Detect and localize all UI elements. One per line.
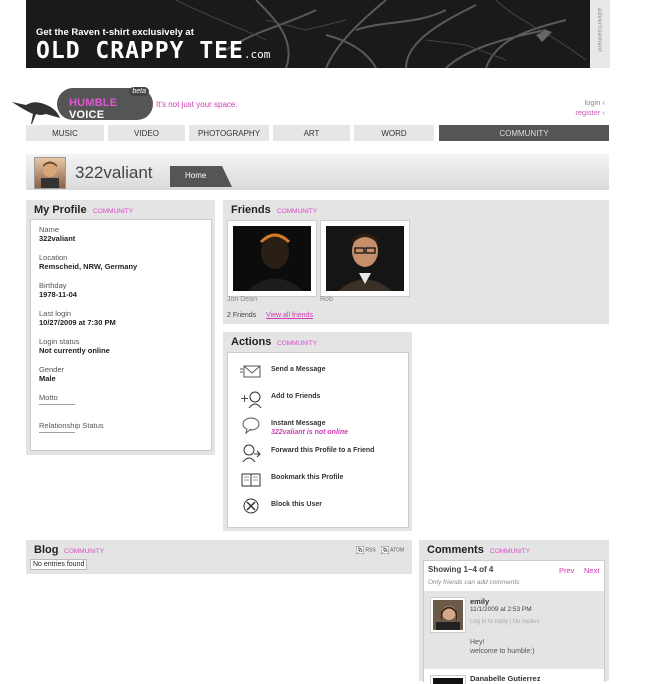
field-label: Gender — [39, 365, 65, 374]
page-title: 322valiant — [75, 163, 153, 182]
friend-photo[interactable] — [227, 220, 317, 297]
comment-avatar[interactable] — [430, 675, 466, 684]
field-label: Name — [39, 225, 60, 234]
book-icon — [241, 473, 261, 487]
community-tag[interactable]: COMMUNITY — [93, 208, 133, 215]
nav-photography[interactable]: PHOTOGRAPHY — [189, 125, 269, 141]
bird-logo-icon — [12, 102, 60, 124]
send-message-action[interactable]: Send a Message — [240, 363, 400, 383]
tagline: It's not just your space. — [156, 100, 238, 109]
nav-community[interactable]: COMMUNITY — [439, 125, 609, 141]
friend-image — [326, 226, 404, 291]
field-value: —————— — [39, 430, 75, 436]
forward-profile-action[interactable]: Forward this Profile to a Friend — [240, 444, 400, 464]
envelope-icon — [240, 365, 261, 378]
comments-list: Showing 1–4 of 4 Prev Next Only friends … — [423, 560, 605, 684]
comment-avatar[interactable] — [430, 597, 466, 633]
add-friend-icon: + — [240, 391, 262, 408]
banner-brand: OLD CRAPPY TEE.com — [36, 38, 271, 64]
field-label: Location — [39, 253, 68, 262]
advertisement-label: advertisement — [590, 0, 610, 68]
my-profile-panel: My Profile COMMUNITY Name 322valiant Loc… — [26, 200, 215, 455]
panel-title: My Profile — [34, 204, 87, 216]
friend-name[interactable]: Jon Dean — [227, 296, 257, 303]
block-icon — [243, 498, 259, 514]
comment-body: welcome to humble:) — [470, 648, 535, 655]
svg-text:+: + — [240, 392, 249, 405]
comments-note: Only friends can add comments — [428, 579, 520, 586]
field-label: Motto — [39, 393, 58, 402]
comment-author[interactable]: emily — [470, 597, 489, 606]
blog-panel: Blog COMMUNITY RSS ATOM No entries found — [26, 540, 412, 574]
nav-art[interactable]: ART — [273, 125, 350, 141]
nav-video[interactable]: VIDEO — [108, 125, 185, 141]
login-link[interactable]: login ‹ — [585, 98, 605, 107]
friends-count: 2 Friends — [227, 312, 257, 319]
atom-link[interactable]: ATOM — [380, 545, 404, 555]
avatar[interactable] — [34, 157, 66, 189]
forward-icon — [242, 444, 261, 462]
blog-empty-message: No entries found — [30, 559, 88, 570]
field-value: 1978-11-04 — [39, 290, 77, 299]
panel-title: Friends — [231, 204, 271, 216]
comment-item: emily 11/1/2009 at 2:53 PM Log in to rep… — [424, 591, 604, 669]
panel-title: Comments — [427, 544, 484, 556]
atom-icon — [380, 545, 390, 555]
panel-title: Actions — [231, 336, 272, 348]
actions-list: Send a Message + Add to Friends Instant … — [227, 352, 409, 528]
field-label: Relationship Status — [39, 421, 104, 430]
field-label: Birthday — [39, 281, 67, 290]
advertisement-banner[interactable]: Get the Raven t-shirt exclusively at OLD… — [26, 0, 610, 68]
comment-author[interactable]: Danabelle Gutierrez — [470, 674, 540, 683]
view-all-friends-link[interactable]: View all friends — [266, 312, 313, 319]
rss-icon — [355, 545, 365, 555]
main-nav: MUSIC VIDEO PHOTOGRAPHY ART WORD COMMUNI… — [26, 125, 609, 141]
community-tag[interactable]: COMMUNITY — [277, 208, 317, 215]
comments-count: Showing 1–4 of 4 — [428, 565, 494, 574]
field-value: Remscheid, NRW, Germany — [39, 262, 138, 271]
friend-name[interactable]: Rob — [320, 296, 333, 303]
community-tag[interactable]: COMMUNITY — [64, 548, 104, 555]
rss-link[interactable]: RSS — [355, 545, 376, 555]
beta-badge: beta — [129, 87, 149, 96]
comment-meta: Log in to reply | No replies — [470, 619, 540, 625]
chat-bubble-icon — [242, 417, 260, 435]
prev-link[interactable]: Prev — [559, 566, 574, 575]
actions-panel: Actions COMMUNITY Send a Message + Add t… — [223, 332, 412, 531]
panel-title: Blog — [34, 544, 59, 556]
comments-panel: Comments COMMUNITY Showing 1–4 of 4 Prev… — [419, 540, 609, 684]
tab-home[interactable]: Home — [170, 166, 232, 187]
friends-panel: Friends COMMUNITY Jon Dean Rob 2 Friends… — [223, 200, 609, 324]
friend-photo[interactable] — [320, 220, 410, 297]
field-value: Not currently online — [39, 346, 110, 355]
field-label: Last login — [39, 309, 72, 318]
add-friend-action[interactable]: + Add to Friends — [240, 390, 400, 410]
field-value: 10/27/2009 at 7:30 PM — [39, 318, 116, 327]
comment-body: Hey! — [470, 639, 485, 646]
field-value: —————— — [39, 402, 75, 408]
humble-voice-logo[interactable]: HUMBLE VOICE beta — [57, 87, 153, 121]
community-tag[interactable]: COMMUNITY — [277, 340, 317, 347]
next-link[interactable]: Next — [584, 566, 599, 575]
field-value: Male — [39, 374, 56, 383]
register-link[interactable]: register ‹ — [575, 108, 605, 117]
banner-line: Get the Raven t-shirt exclusively at — [36, 27, 194, 38]
field-label: Login status — [39, 337, 80, 346]
bookmark-profile-action[interactable]: Bookmark this Profile — [240, 471, 400, 491]
profile-fields: Name 322valiant Location Remscheid, NRW,… — [30, 219, 212, 451]
nav-music[interactable]: MUSIC — [26, 125, 104, 141]
block-user-action[interactable]: Block this User — [240, 498, 400, 518]
community-tag[interactable]: COMMUNITY — [490, 548, 530, 555]
instant-message-action[interactable]: Instant Message 322valiant is not online — [240, 417, 400, 439]
field-value: 322valiant — [39, 234, 76, 243]
nav-word[interactable]: WORD — [354, 125, 434, 141]
comment-date: 11/1/2009 at 2:53 PM — [470, 606, 532, 613]
friend-image — [233, 226, 311, 291]
